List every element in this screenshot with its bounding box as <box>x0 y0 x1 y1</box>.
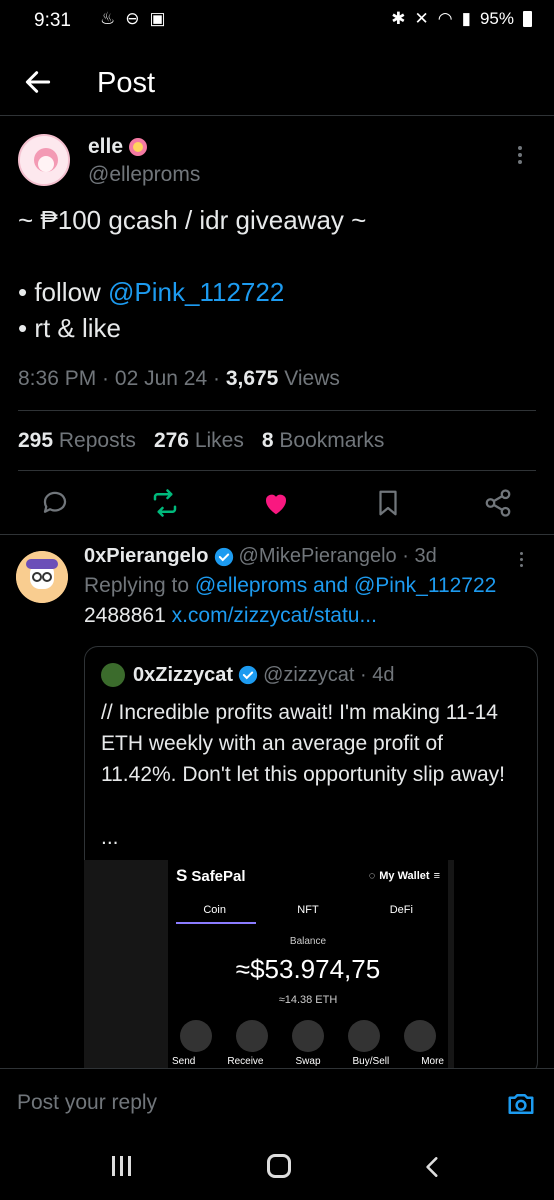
reply-handle[interactable]: @MikePierangelo <box>239 545 397 568</box>
reply-more-options-icon[interactable] <box>520 552 526 567</box>
wallet-receive-icon <box>236 1020 268 1052</box>
recent-apps-icon[interactable] <box>112 1156 131 1176</box>
page-title: Post <box>97 67 156 99</box>
mute-icon: ✕ <box>414 9 429 28</box>
reply-input[interactable]: Post your reply <box>17 1091 157 1115</box>
wallet-tab-nft: NFT <box>297 904 319 916</box>
system-nav-bar <box>0 1130 554 1200</box>
divider <box>18 470 536 471</box>
like-heart-icon[interactable] <box>261 488 291 518</box>
replying-to: Replying to @elleproms and @Pink_112722 <box>84 574 497 597</box>
signal-icon: ▮ <box>461 9 471 28</box>
author-handle[interactable]: @elleproms <box>88 163 200 187</box>
quote-verified-badge-icon <box>238 665 258 685</box>
mention-link[interactable]: @Pink_112722 <box>108 277 284 307</box>
reposts-stat[interactable]: 295 Reposts <box>18 429 136 453</box>
reply-icon[interactable] <box>40 488 70 518</box>
reply-age: 3d <box>414 545 437 567</box>
notification-icon: ♨ <box>100 9 116 28</box>
wallet-balance: ≈$53.974,75 <box>235 954 381 984</box>
quote-ellipsis: ... <box>101 826 119 849</box>
wallet-tab-coin: Coin <box>203 904 226 916</box>
menu-icon: ≡ <box>433 870 440 882</box>
reply-tweet[interactable]: 0xPierangelo @MikePierangelo · 3d Replyi… <box>84 545 546 628</box>
wallet-screen: S SafePal ◌ My Wallet ≡ Coin NFT DeFi Ba… <box>168 860 448 1070</box>
quote-avatar <box>101 663 125 687</box>
refresh-icon: ◌ <box>368 870 376 882</box>
wifi-icon: ◠ <box>437 9 453 28</box>
quote-media-image[interactable]: S SafePal ◌ My Wallet ≡ Coin NFT DeFi Ba… <box>84 860 454 1070</box>
quote-age: 4d <box>372 663 395 686</box>
status-time: 9:31 <box>34 10 71 31</box>
wallet-action-labels: Send Receive Swap Buy/Sell More <box>172 1056 444 1067</box>
wallet-brand: S SafePal <box>176 866 246 885</box>
dnd-icon: ⊖ <box>125 9 140 28</box>
repost-icon[interactable] <box>150 488 180 518</box>
safepal-logo-icon: S <box>176 866 188 885</box>
views-label: Views <box>284 367 340 390</box>
wallet-more-icon <box>404 1020 436 1052</box>
lollipop-icon <box>129 138 148 156</box>
post-meta: 8:36 PM · 02 Jun 24 · 3,675 Views <box>18 367 340 390</box>
reply-header: 0xPierangelo @MikePierangelo · 3d <box>84 545 437 568</box>
status-bar: 9:31 ♨ ⊖ ▣ ✱ ✕ ◠ ▮ 95% <box>0 0 554 42</box>
more-options-icon[interactable] <box>518 146 524 164</box>
battery-icon <box>523 11 532 27</box>
status-notification-icons: ♨ ⊖ ▣ <box>100 9 166 29</box>
post-line-1: ~ ₱100 gcash / idr giveaway ~ <box>18 205 367 235</box>
author-avatar[interactable] <box>18 134 70 186</box>
reply-composer: Post your reply <box>0 1068 554 1130</box>
reply-text: 2488861 x.com/zizzycat/statu... <box>84 604 377 627</box>
quote-header: 0xZizzycat @zizzycat · 4d <box>101 663 395 687</box>
reply-avatar[interactable] <box>16 551 68 603</box>
wallet-tabs: Coin NFT DeFi <box>168 904 448 916</box>
post-line-2: • follow @Pink_112722 <box>18 277 285 307</box>
nav-back-icon[interactable] <box>420 1154 446 1180</box>
wallet-actions <box>180 1020 436 1052</box>
view-count: 3,675 <box>225 367 279 390</box>
wallet-selector: ◌ My Wallet ≡ <box>368 870 440 882</box>
author-name[interactable]: elle <box>88 135 123 159</box>
home-icon[interactable] <box>267 1154 291 1178</box>
post-date: 02 Jun 24 <box>114 367 208 390</box>
wallet-tab-defi: DeFi <box>389 904 413 916</box>
reply-author-name[interactable]: 0xPierangelo <box>84 545 209 568</box>
bluetooth-icon: ✱ <box>391 9 406 28</box>
replying-mention-1[interactable]: @elleproms <box>195 574 307 597</box>
bookmarks-stat[interactable]: 8 Bookmarks <box>262 429 385 453</box>
divider <box>0 534 554 535</box>
battery-text: 95% <box>479 9 514 28</box>
wallet-send-icon <box>180 1020 212 1052</box>
wallet-balance-label: Balance <box>289 936 327 947</box>
status-system-icons: ✱ ✕ ◠ ▮ 95% <box>391 9 532 29</box>
verified-badge-icon <box>214 547 233 566</box>
wallet-buysell-icon <box>348 1020 380 1052</box>
top-bar: Post <box>0 50 554 116</box>
replying-mention-2[interactable]: @Pink_112722 <box>354 574 496 597</box>
post-body: ~ ₱100 gcash / idr giveaway ~ • follow @… <box>18 202 538 346</box>
reply-avatar-illustration <box>16 551 68 603</box>
divider <box>18 410 536 411</box>
share-icon[interactable] <box>483 488 513 518</box>
post-time: 8:36 PM <box>18 367 97 390</box>
avatar-illustration <box>20 136 68 184</box>
camera-icon[interactable] <box>506 1089 536 1119</box>
wallet-swap-icon <box>292 1020 324 1052</box>
bookmark-icon[interactable] <box>373 488 403 518</box>
post-line-3: • rt & like <box>18 313 122 343</box>
likes-stat[interactable]: 276 Likes <box>154 429 244 453</box>
gallery-icon: ▣ <box>149 9 166 28</box>
post-stats: 295 Reposts 276 Likes 8 Bookmarks <box>18 429 384 453</box>
quote-handle: @zizzycat <box>263 663 355 686</box>
wallet-eth: ≈14.38 ETH <box>278 994 338 1006</box>
author-name-row: elle <box>88 135 148 159</box>
quote-text: // Incredible profits await! I'm making … <box>101 701 506 786</box>
quote-author-name: 0xZizzycat <box>133 663 234 686</box>
reply-link[interactable]: x.com/zizzycat/statu... <box>172 604 377 627</box>
back-arrow-icon[interactable] <box>22 66 54 98</box>
wallet-tab-indicator <box>176 922 256 924</box>
post-actions <box>0 478 554 528</box>
